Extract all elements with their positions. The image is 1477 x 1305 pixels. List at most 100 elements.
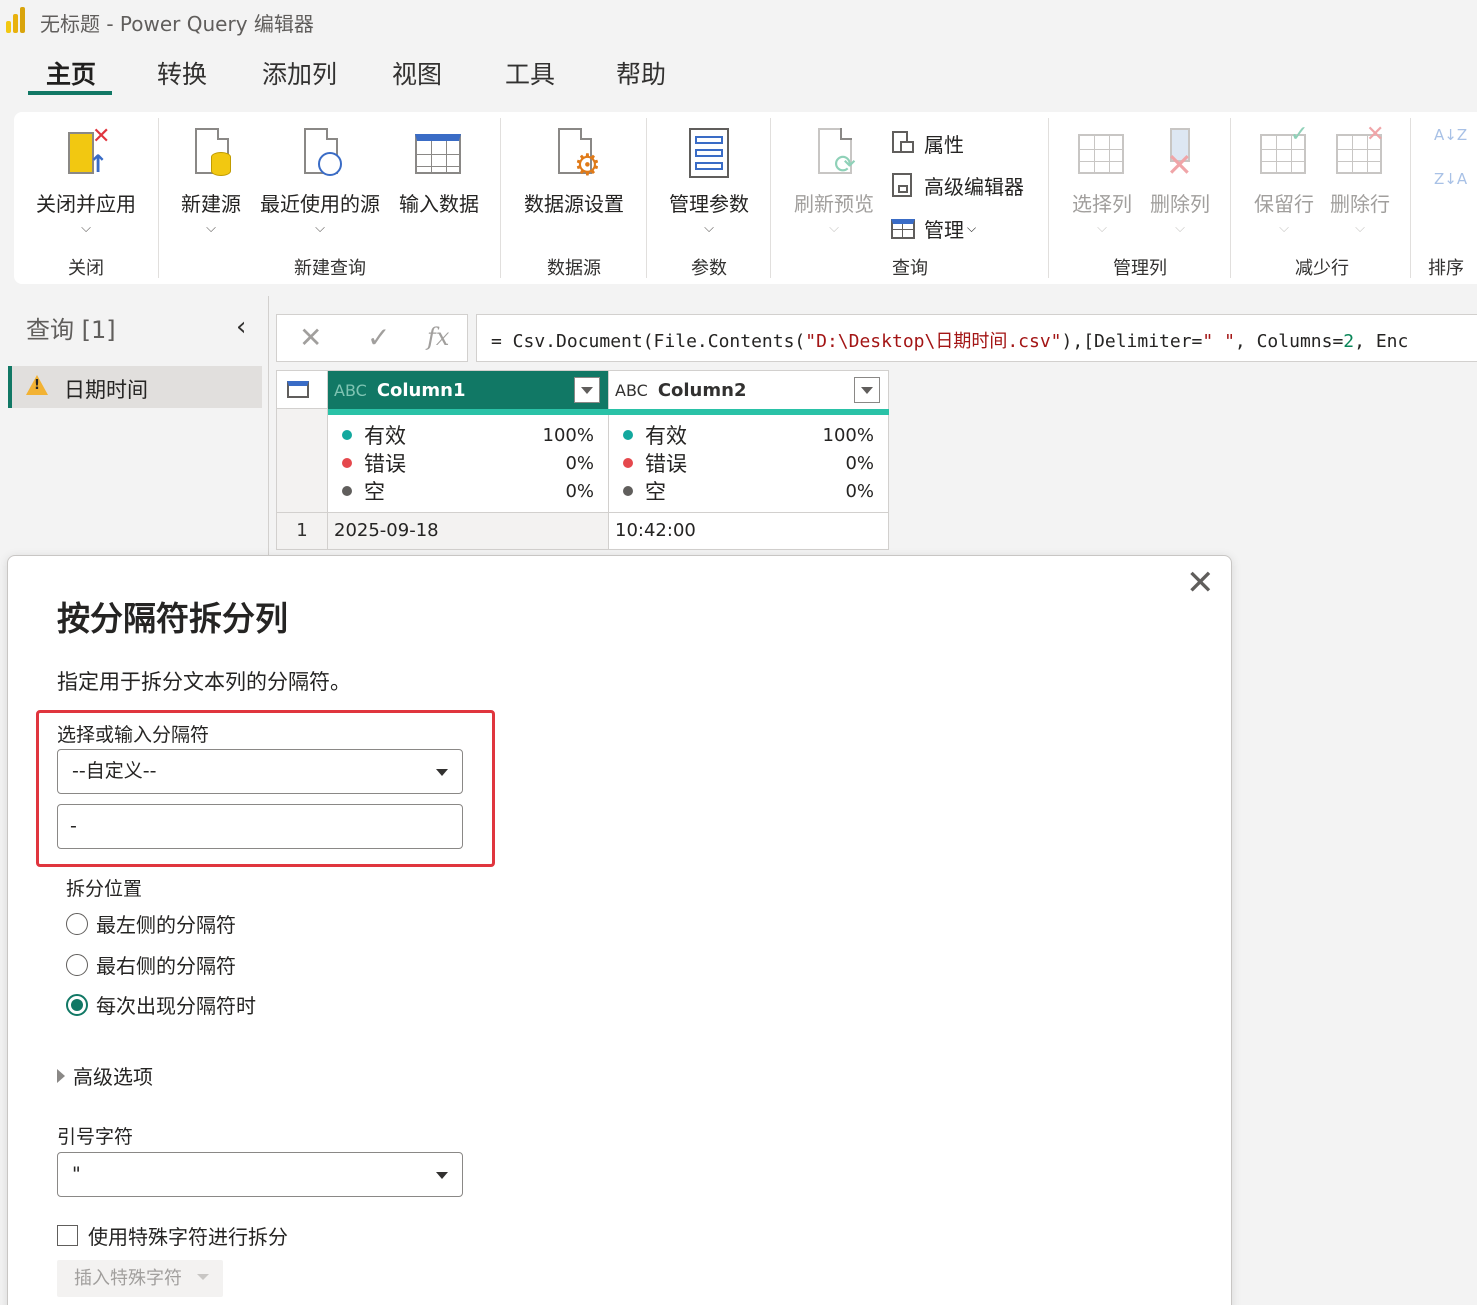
dialog-title: 按分隔符拆分列 bbox=[57, 599, 288, 638]
group-label-data-sources: 数据源 bbox=[547, 258, 601, 279]
chevron-down-icon: ⌵ bbox=[1279, 221, 1289, 236]
query-item[interactable]: 日期时间 bbox=[8, 366, 262, 408]
group-label-manage-columns: 管理列 bbox=[1113, 258, 1167, 279]
confirm-formula-icon[interactable]: ✓ bbox=[367, 321, 390, 354]
properties-button[interactable]: 属性 bbox=[890, 129, 964, 158]
chevron-down-icon: ⌵ bbox=[81, 221, 91, 236]
column-filter-button[interactable] bbox=[854, 377, 880, 403]
close-icon[interactable]: ✕ bbox=[1186, 566, 1215, 600]
dropdown-arrow-icon bbox=[197, 1274, 209, 1280]
text-type-icon: ABC bbox=[334, 380, 367, 400]
chevron-down-icon: ⌵ bbox=[206, 221, 216, 236]
special-chars-checkbox-row[interactable]: 使用特殊字符进行拆分 bbox=[57, 1221, 288, 1250]
tab-add-column[interactable]: 添加列 bbox=[262, 55, 337, 91]
ribbon-separator bbox=[1230, 118, 1231, 278]
group-label-reduce-rows: 减少行 bbox=[1295, 258, 1349, 279]
properties-icon bbox=[890, 130, 916, 157]
ribbon-separator bbox=[770, 118, 771, 278]
valid-stat: 有效 100% bbox=[342, 421, 594, 449]
radio-button[interactable] bbox=[66, 993, 88, 1016]
radio-leftmost[interactable]: 最左侧的分隔符 bbox=[66, 909, 236, 938]
column-header-column1[interactable]: ABC Column1 bbox=[328, 371, 609, 409]
tab-transform[interactable]: 转换 bbox=[157, 55, 207, 91]
remove-rows-icon: ✕ bbox=[1336, 122, 1384, 180]
window-title: 无标题 - Power Query 编辑器 bbox=[40, 12, 314, 36]
collapse-pane-icon[interactable]: ‹ bbox=[236, 312, 246, 342]
ribbon-separator bbox=[158, 118, 159, 278]
tab-tools[interactable]: 工具 bbox=[505, 55, 555, 91]
expand-triangle-icon bbox=[57, 1068, 65, 1083]
table-menu-button[interactable] bbox=[277, 371, 328, 409]
advanced-editor-icon bbox=[890, 172, 916, 199]
pane-divider bbox=[268, 296, 269, 556]
quote-char-select[interactable]: " bbox=[57, 1152, 463, 1197]
column-filter-button[interactable] bbox=[574, 377, 600, 403]
checkbox[interactable] bbox=[57, 1225, 78, 1246]
keep-rows-icon: ✓ bbox=[1260, 122, 1308, 180]
table-cell[interactable]: 10:42:00 bbox=[609, 513, 889, 549]
text-type-icon: ABC bbox=[615, 380, 648, 400]
valid-stat: 有效 100% bbox=[623, 421, 874, 449]
ribbon-separator bbox=[1048, 118, 1049, 278]
radio-button[interactable] bbox=[66, 953, 88, 976]
recent-sources-button[interactable]: 最近使用的源 ⌵ bbox=[256, 128, 384, 236]
remove-rows-button[interactable]: ✕ 删除行 ⌵ bbox=[1326, 122, 1394, 236]
row-number[interactable]: 1 bbox=[277, 513, 328, 549]
ribbon-separator bbox=[1410, 118, 1411, 278]
tab-home[interactable]: 主页 bbox=[46, 55, 96, 91]
formula-bar[interactable]: = Csv.Document(File.Contents("D:\Desktop… bbox=[476, 314, 1477, 362]
refresh-preview-button[interactable]: ⟳ 刷新预览 ⌵ bbox=[790, 128, 878, 236]
close-apply-icon: ✕ ↑ bbox=[62, 124, 110, 180]
cancel-formula-icon[interactable]: ✕ bbox=[299, 321, 322, 354]
table-cell[interactable]: 2025-09-18 bbox=[328, 513, 609, 549]
formula-text: = Csv.Document(File.Contents("D:\Desktop… bbox=[491, 331, 1409, 352]
chevron-down-icon: ⌵ bbox=[1175, 221, 1185, 236]
chevron-down-icon: ⌵ bbox=[704, 221, 714, 236]
new-source-button[interactable]: 新建源 ⌵ bbox=[176, 128, 246, 236]
chevron-down-icon: ⌵ bbox=[1355, 221, 1365, 236]
title-bar: 无标题 - Power Query 编辑器 bbox=[0, 0, 1477, 42]
tab-view[interactable]: 视图 bbox=[392, 55, 442, 91]
choose-columns-button[interactable]: 选择列 ⌵ bbox=[1068, 128, 1136, 236]
chevron-down-icon: ⌵ bbox=[967, 221, 977, 235]
advanced-options-toggle[interactable]: 高级选项 bbox=[57, 1061, 153, 1090]
group-label-query: 查询 bbox=[892, 258, 928, 279]
table-icon bbox=[415, 128, 463, 180]
radio-each-occurrence[interactable]: 每次出现分隔符时 bbox=[66, 990, 256, 1019]
keep-rows-button[interactable]: ✓ 保留行 ⌵ bbox=[1250, 122, 1318, 236]
power-bi-logo-icon bbox=[6, 7, 28, 33]
refresh-icon: ⟳ bbox=[810, 128, 858, 180]
sort-descending-icon[interactable]: Z↓A bbox=[1434, 172, 1467, 187]
manage-params-button[interactable]: 管理参数 ⌵ bbox=[664, 128, 754, 236]
advanced-editor-button[interactable]: 高级编辑器 bbox=[890, 171, 1024, 200]
ribbon-separator bbox=[646, 118, 647, 278]
valid-dot-icon bbox=[623, 430, 633, 440]
manage-button[interactable]: 管理 ⌵ bbox=[890, 214, 976, 243]
chevron-down-icon: ⌵ bbox=[829, 221, 839, 236]
radio-button[interactable] bbox=[66, 912, 88, 935]
datasource-settings-button[interactable]: ⚙ 数据源设置 bbox=[520, 128, 628, 217]
empty-dot-icon bbox=[342, 486, 352, 496]
dialog-description: 指定用于拆分文本列的分隔符。 bbox=[57, 670, 351, 694]
insert-special-char-button[interactable]: 插入特殊字符 bbox=[57, 1260, 223, 1297]
quote-char-label: 引号字符 bbox=[57, 1126, 134, 1148]
sort-ascending-icon[interactable]: A↓Z bbox=[1434, 128, 1467, 143]
fx-icon[interactable]: fx bbox=[427, 323, 449, 351]
column-quality-panel: 有效 100% 错误 0% 空 0% bbox=[328, 415, 609, 513]
remove-columns-button[interactable]: ✕ 删除列 ⌵ bbox=[1146, 128, 1214, 236]
table-icon bbox=[287, 381, 309, 398]
enter-data-button[interactable]: 输入数据 bbox=[396, 128, 482, 217]
column-header-column2[interactable]: ABC Column2 bbox=[609, 371, 889, 409]
close-apply-button[interactable]: ✕ ↑ 关闭并应用 ⌵ bbox=[30, 124, 142, 236]
custom-delimiter-input[interactable]: - bbox=[57, 804, 463, 849]
queries-pane: 查询 [1] ‹ 日期时间 bbox=[0, 296, 268, 556]
column-quality-panel: 有效 100% 错误 0% 空 0% bbox=[609, 415, 889, 513]
tab-help[interactable]: 帮助 bbox=[616, 55, 666, 91]
recent-sources-icon bbox=[296, 128, 344, 180]
delimiter-select[interactable]: --自定义-- bbox=[57, 749, 463, 794]
radio-rightmost[interactable]: 最右侧的分隔符 bbox=[66, 950, 236, 979]
group-label-close: 关闭 bbox=[68, 258, 104, 279]
empty-stat: 空 0% bbox=[623, 477, 874, 505]
table-icon bbox=[890, 216, 916, 242]
new-source-icon bbox=[187, 128, 235, 180]
